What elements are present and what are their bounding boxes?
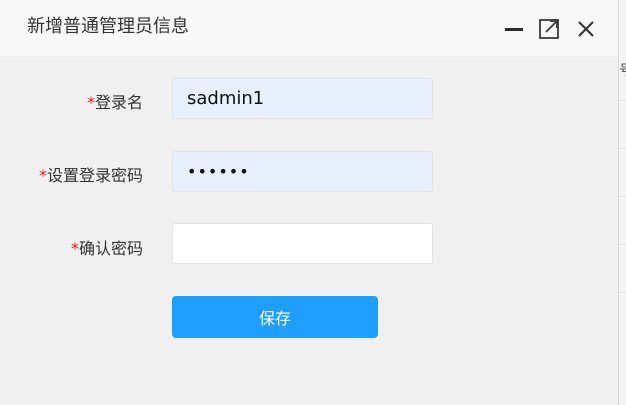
password-label-text: 设置登录密码 <box>46 166 143 185</box>
background-edge-text: 号 <box>619 60 626 80</box>
required-mark: * <box>86 93 95 112</box>
background-page-edge: 号 <box>618 0 626 405</box>
confirm-password-label: *确认密码 <box>71 238 143 260</box>
background-row-divider <box>619 100 626 101</box>
close-icon[interactable] <box>575 18 597 40</box>
login-name-label-text: 登录名 <box>94 93 143 112</box>
confirm-password-input[interactable] <box>172 223 433 264</box>
login-name-label: *登录名 <box>87 92 143 114</box>
background-row-divider <box>619 292 626 293</box>
save-button[interactable]: 保存 <box>172 296 378 338</box>
login-name-input[interactable] <box>172 78 433 119</box>
password-label: *设置登录密码 <box>39 165 143 187</box>
background-row-divider <box>619 148 626 149</box>
password-input[interactable] <box>172 151 433 192</box>
required-mark: * <box>38 166 47 185</box>
confirm-password-label-text: 确认密码 <box>78 239 143 258</box>
required-mark: * <box>70 239 79 258</box>
dialog-titlebar[interactable]: 新增普通管理员信息 <box>0 0 618 57</box>
background-row-divider <box>619 244 626 245</box>
dialog-title: 新增普通管理员信息 <box>27 16 189 37</box>
maximize-icon[interactable] <box>538 18 560 40</box>
add-admin-dialog: 新增普通管理员信息 *登录名 *设置登录密码 *确 <box>0 0 618 405</box>
background-row-divider <box>619 196 626 197</box>
minimize-icon[interactable] <box>503 18 525 40</box>
